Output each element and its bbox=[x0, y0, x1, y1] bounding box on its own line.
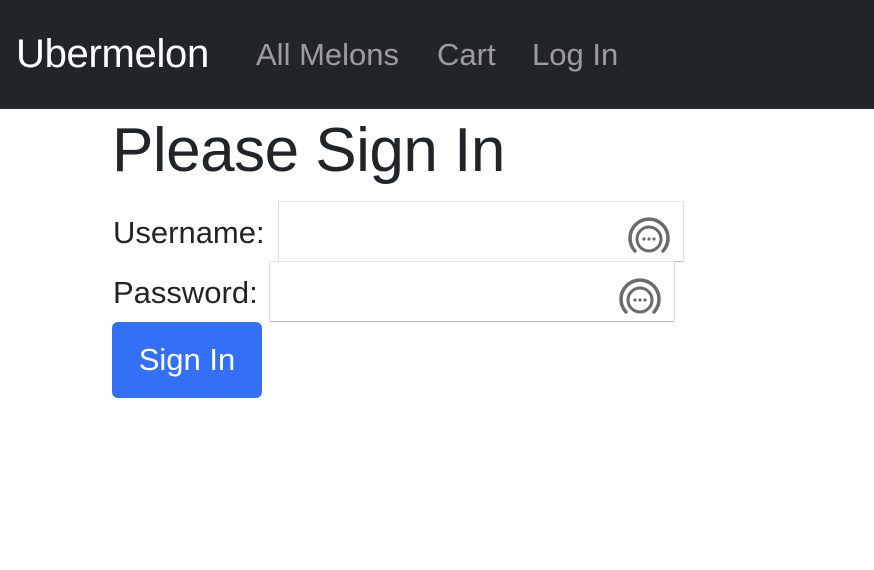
username-label: Username: bbox=[113, 215, 265, 250]
password-manager-icon[interactable] bbox=[618, 276, 662, 320]
nav-link-all-melons[interactable]: All Melons bbox=[256, 37, 399, 73]
nav-link-log-in[interactable]: Log In bbox=[532, 37, 618, 73]
nav-link-cart[interactable]: Cart bbox=[437, 37, 496, 73]
brand-link[interactable]: Ubermelon bbox=[16, 31, 209, 77]
password-manager-icon[interactable] bbox=[627, 215, 671, 259]
password-input[interactable] bbox=[269, 261, 675, 322]
sign-in-button[interactable]: Sign In bbox=[112, 322, 262, 398]
page-title: Please Sign In bbox=[112, 116, 505, 185]
navbar: Ubermelon All Melons Cart Log In bbox=[0, 0, 874, 109]
username-input[interactable] bbox=[278, 201, 684, 262]
password-label: Password: bbox=[113, 275, 258, 310]
